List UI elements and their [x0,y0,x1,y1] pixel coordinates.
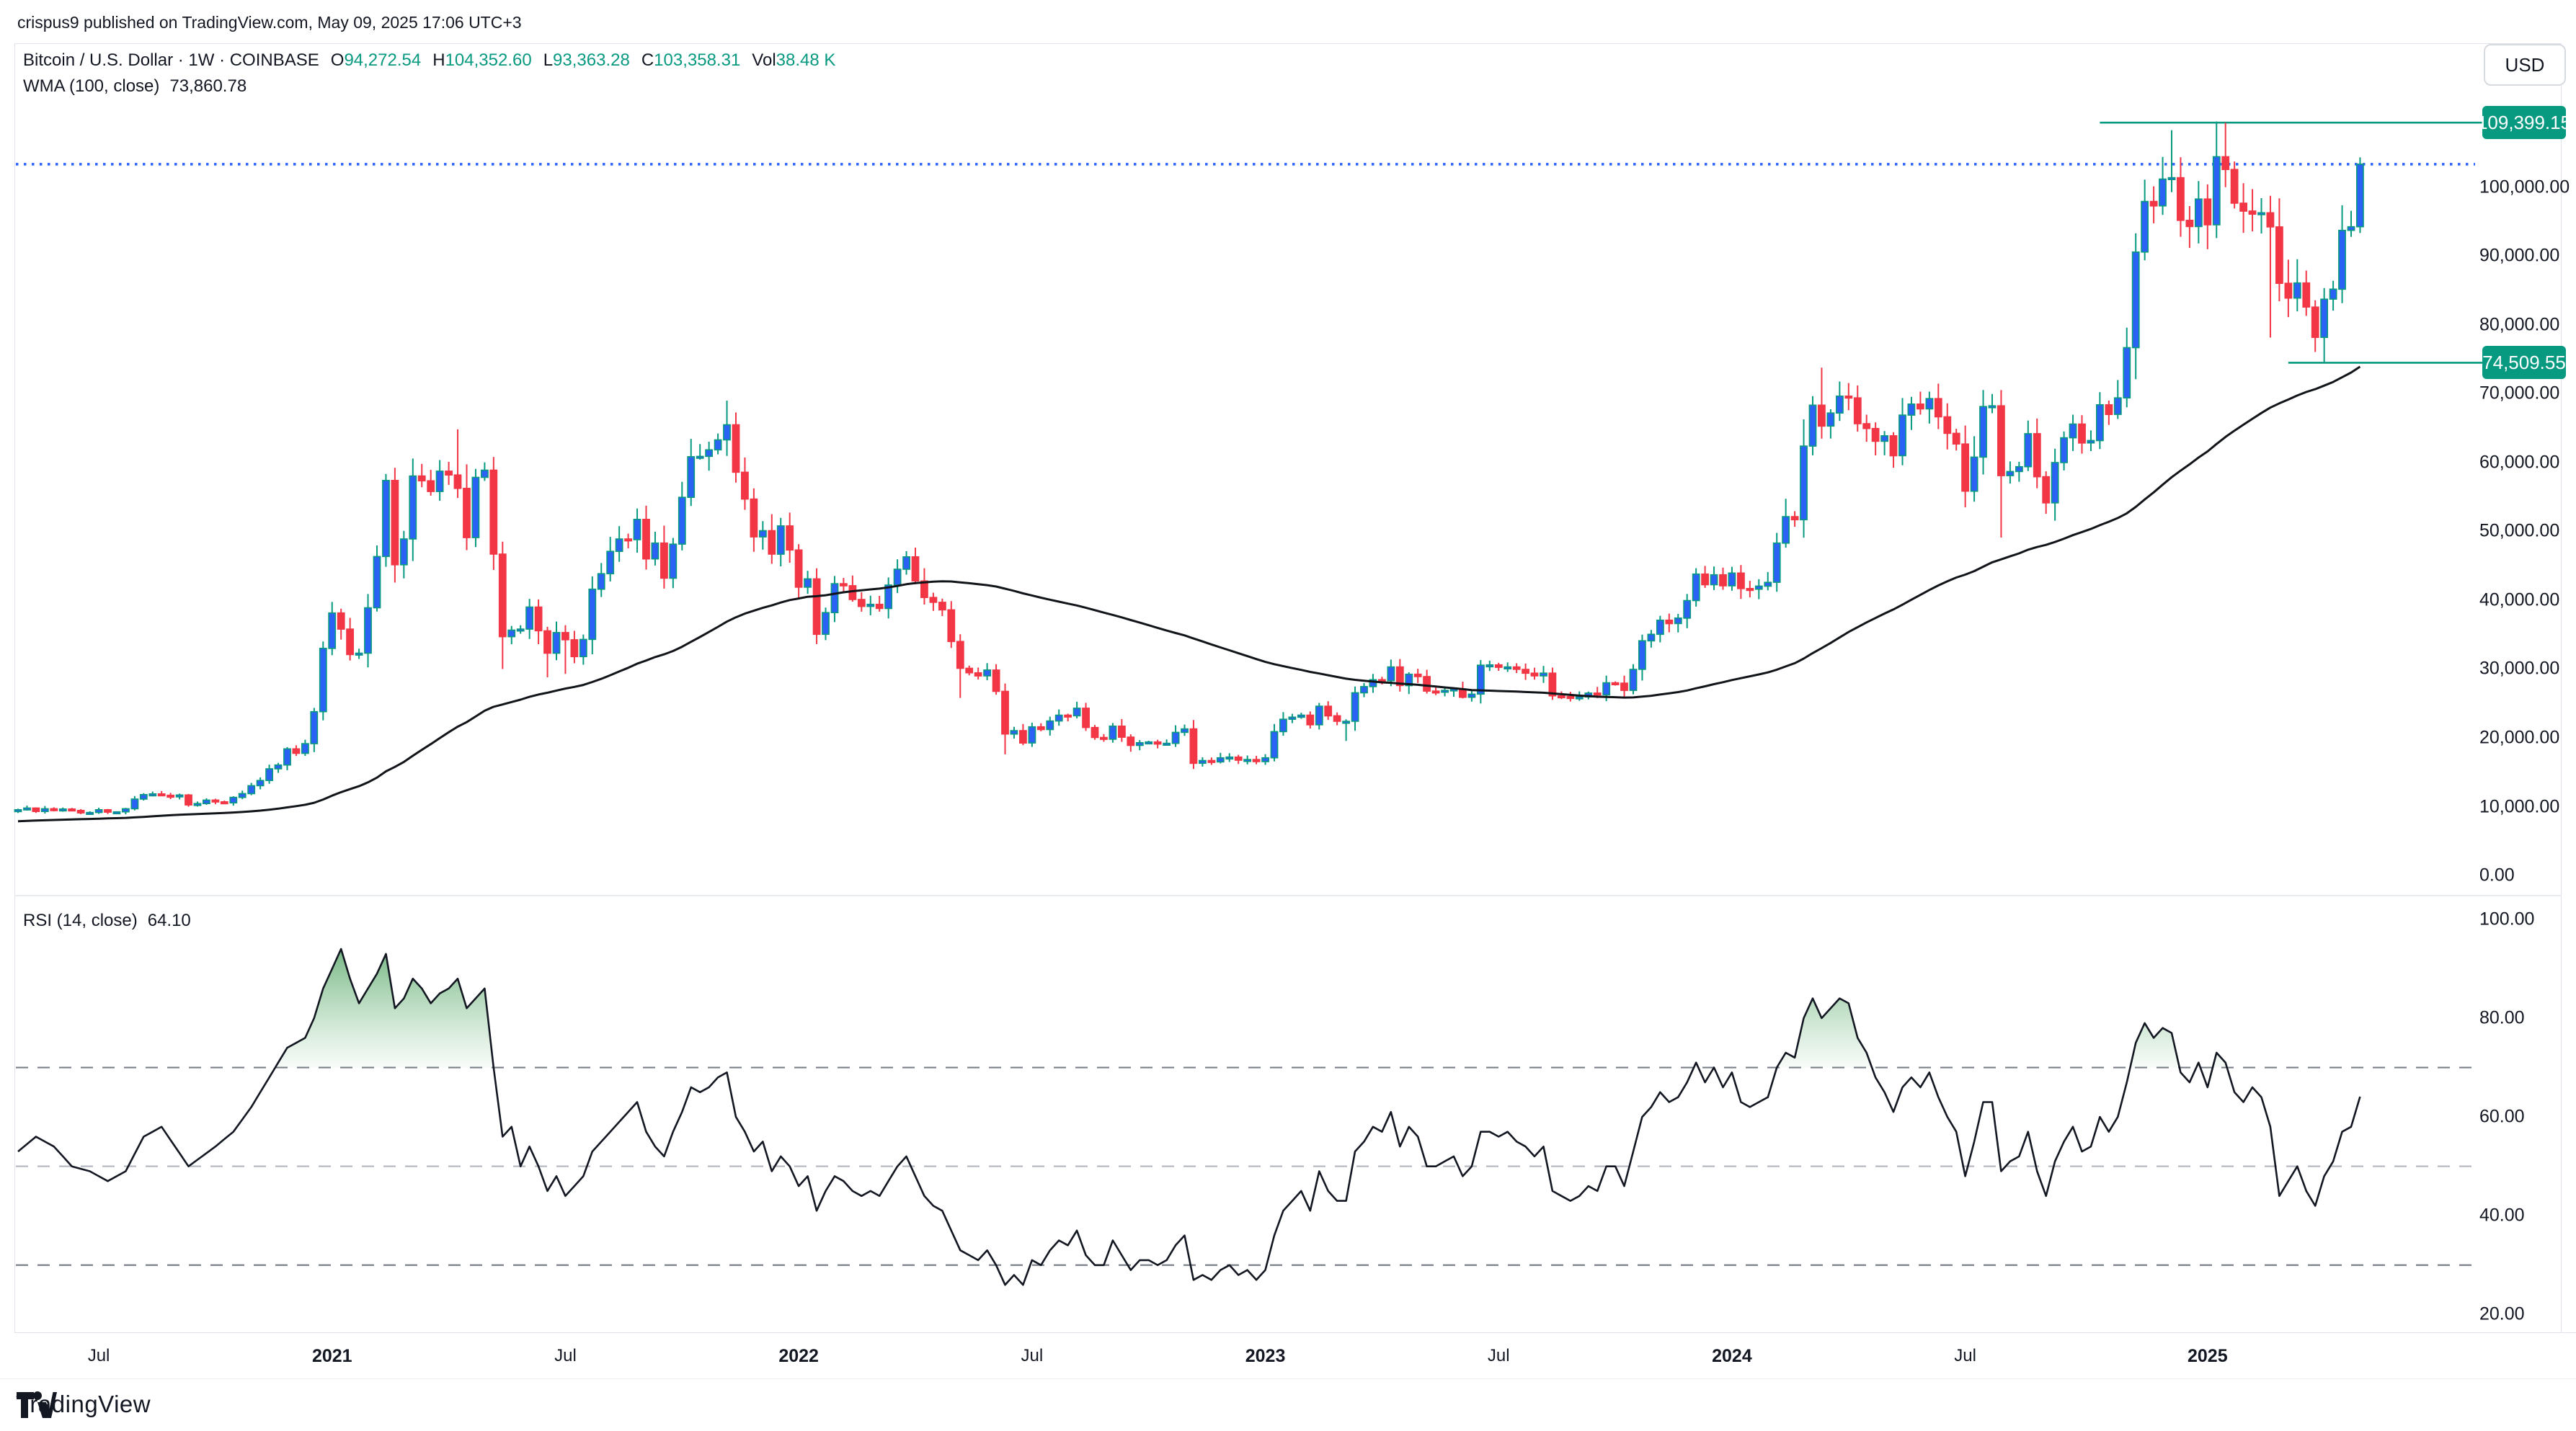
ohlc-values: O94,272.54 H104,352.60 L93,363.28 C103,358.… [331,50,848,70]
symbol-legend[interactable]: Bitcoin / U.S. Dollar · 1W · COINBASE O94… [23,50,847,71]
price-tick-label: 80,000.00 [2479,314,2557,335]
ohlc-token: O94,272.54 [331,50,421,70]
pane-divider[interactable] [14,895,2562,896]
price-tick-label: 90,000.00 [2479,246,2557,267]
rsi-tick-label: 80.00 [2479,1008,2557,1029]
chart-frame [14,43,2562,1333]
price-tick-label: 10,000.00 [2479,796,2557,817]
ohlc-token: C103,358.31 [641,50,740,70]
wma-label: WMA (100, close) [23,76,159,96]
tradingview-chart-screenshot: crispus9 published on TradingView.com, M… [0,0,2576,1431]
rsi-legend[interactable]: RSI (14, close) 64.10 [23,911,191,931]
volume-token: Vol38.48 K [752,50,835,70]
tradingview-logo[interactable]: TradingView [16,1391,151,1418]
price-tick-label: 40,000.00 [2479,589,2557,610]
time-tick-label: Jul [1488,1346,1510,1366]
rsi-tick-label: 60.00 [2479,1107,2557,1128]
rsi-tick-label: 20.00 [2479,1304,2557,1325]
time-tick-label: 2025 [2188,1346,2228,1367]
price-tick-label: 30,000.00 [2479,659,2557,679]
price-tick-label: 100,000.00 [2479,177,2557,197]
wma-value: 73,860.78 [169,76,247,96]
wma-legend[interactable]: WMA (100, close) 73,860.78 [23,76,247,97]
time-tick-label: 2022 [778,1346,819,1367]
price-tick-label: 0.00 [2479,865,2557,886]
ohlc-token: L93,363.28 [543,50,630,70]
price-line-badge: 74,509.55 [2482,346,2566,379]
time-tick-label: Jul [88,1346,110,1366]
tradingview-logo-text: TradingView [16,1391,151,1418]
ohlc-token: H104,352.60 [432,50,531,70]
publish-attribution: crispus9 published on TradingView.com, M… [17,13,522,32]
rsi-label: RSI (14, close) [23,911,138,930]
time-tick-label: Jul [1021,1346,1044,1366]
price-tick-label: 50,000.00 [2479,521,2557,542]
time-axis-divider [14,1332,2576,1333]
symbol-title[interactable]: Bitcoin / U.S. Dollar · 1W · COINBASE [23,50,319,70]
bottom-divider [0,1378,2576,1379]
time-tick-label: Jul [554,1346,577,1366]
price-tick-label: 70,000.00 [2479,383,2557,404]
time-tick-label: 2021 [312,1346,352,1367]
currency-toggle-button[interactable]: USD [2484,44,2566,86]
time-tick-label: Jul [1954,1346,1976,1366]
time-tick-label: 2023 [1245,1346,1286,1367]
rsi-value: 64.10 [148,911,191,930]
price-line-badge: 109,399.15 [2482,106,2566,139]
rsi-tick-label: 100.00 [2479,909,2557,930]
price-tick-label: 60,000.00 [2479,452,2557,473]
rsi-tick-label: 40.00 [2479,1205,2557,1226]
price-tick-label: 20,000.00 [2479,727,2557,748]
time-tick-label: 2024 [1712,1346,1752,1367]
